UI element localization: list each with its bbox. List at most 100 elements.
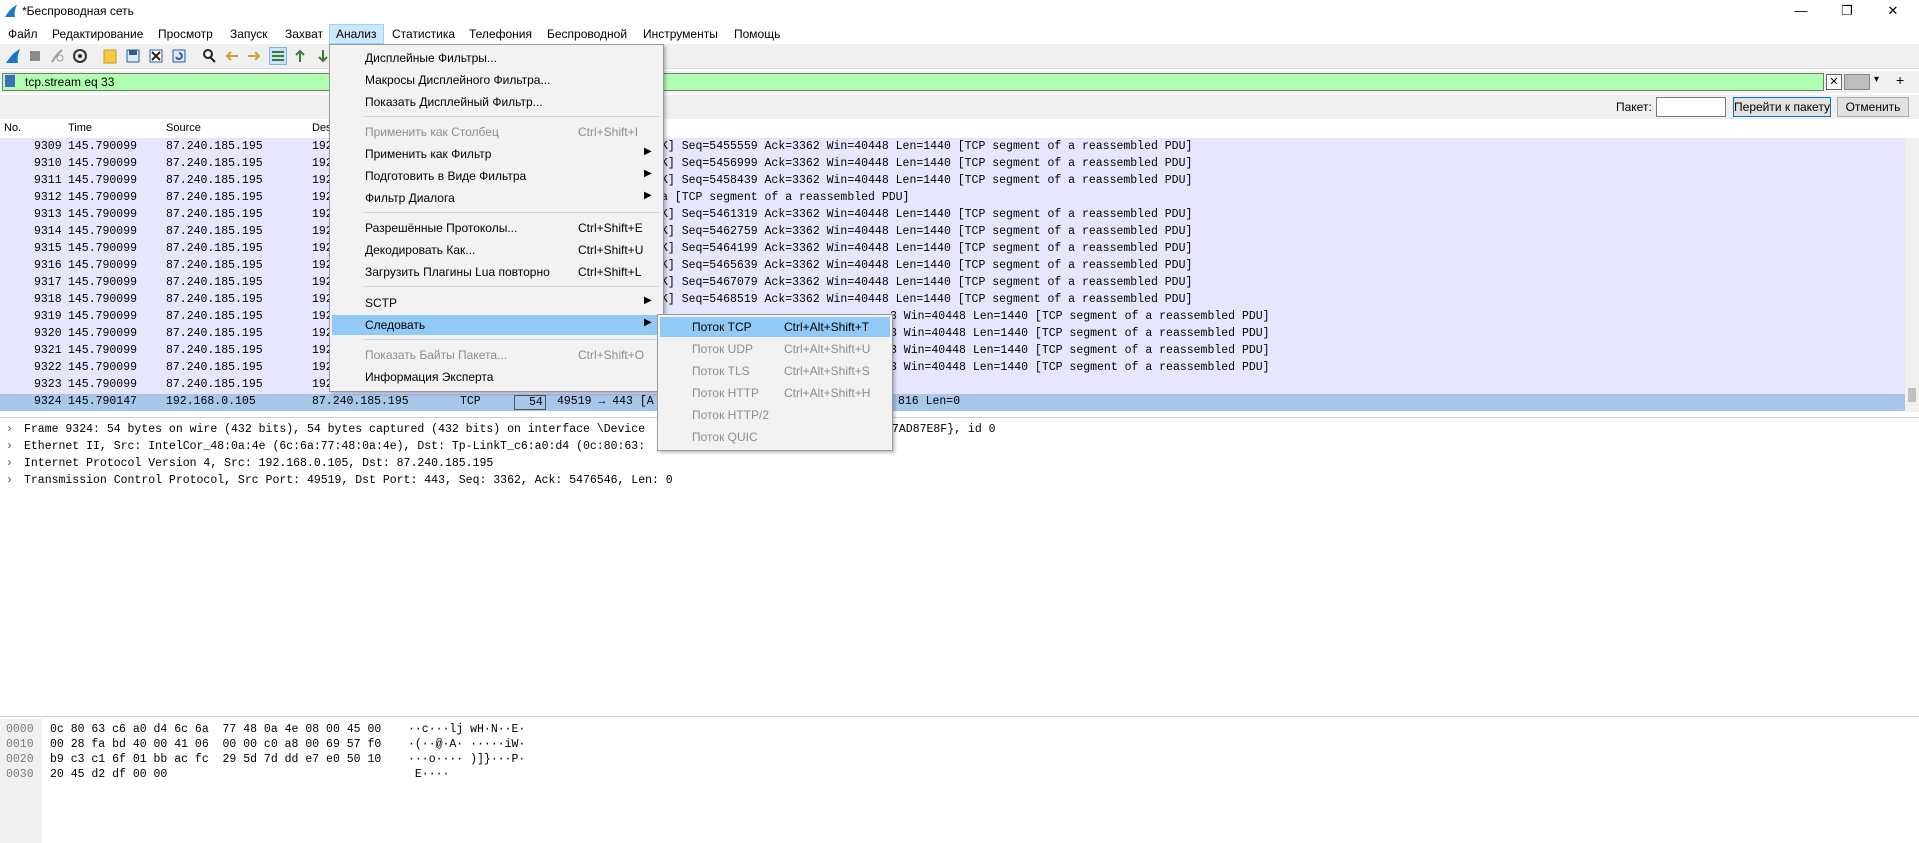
menu-telephony[interactable]: Телефония (463, 25, 538, 43)
add-filter-plus-icon[interactable]: + (1896, 72, 1904, 88)
details-row-ethernet[interactable]: › Ethernet II, Src: IntelCor_48:0a:4e (6c… (0, 439, 1919, 456)
close-button[interactable]: ✕ (1870, 0, 1916, 22)
table-row[interactable]: 9323 145.790099 87.240.185.195 192 (0, 377, 1905, 394)
menu-item-follow-tcp[interactable]: Поток TCP Ctrl+Alt+Shift+T (660, 317, 890, 337)
menu-item-apply-as-filter[interactable]: Применить как Фильтр ▶ (332, 144, 661, 164)
chevron-right-icon: ▶ (644, 317, 652, 328)
table-row[interactable]: 9322 145.790099 87.240.185.195 192 3 Win=404… (0, 360, 1905, 377)
open-file-icon[interactable] (102, 48, 118, 64)
menu-item-follow-udp[interactable]: Поток UDP Ctrl+Alt+Shift+U (660, 339, 890, 359)
scrollbar-thumb[interactable] (1908, 388, 1916, 402)
chevron-right-icon[interactable]: › (6, 423, 13, 436)
menu-item-follow-http2[interactable]: Поток HTTP/2 (660, 405, 890, 425)
menu-item-follow-tls[interactable]: Поток TLS Ctrl+Alt+Shift+S (660, 361, 890, 381)
menu-item-follow[interactable]: Следовать ▶ (332, 315, 661, 335)
bookmark-icon[interactable] (5, 75, 15, 87)
table-row[interactable]: 9313 145.790099 87.240.185.195 192 K] Seq=54… (0, 207, 1905, 224)
table-row[interactable]: 9320 145.790099 87.240.185.195 192 3 Win=404… (0, 326, 1905, 343)
packet-details-pane: › Frame 9324: 54 bytes on wire (432 bits)… (0, 417, 1919, 717)
menu-separator (363, 286, 659, 287)
table-row[interactable]: 9317 145.790099 87.240.185.195 192 K] Seq=54… (0, 275, 1905, 292)
apply-filter-arrow-icon[interactable] (1844, 74, 1870, 90)
menu-item-show-packet-bytes[interactable]: Показать Байты Пакета... Ctrl+Shift+O (332, 345, 661, 365)
close-file-icon[interactable] (148, 48, 164, 64)
restart-icon[interactable] (49, 48, 65, 64)
menu-item-conversation-filter[interactable]: Фильтр Диалога ▶ (332, 188, 661, 208)
menu-view[interactable]: Просмотр (152, 25, 219, 43)
menu-file[interactable]: Файл (2, 25, 44, 43)
menu-item-follow-quic[interactable]: Поток QUIC (660, 427, 890, 447)
chevron-right-icon[interactable]: › (6, 474, 13, 487)
chevron-right-icon[interactable]: › (6, 457, 13, 470)
stop-icon[interactable] (27, 48, 43, 64)
menu-go[interactable]: Запуск (224, 25, 274, 43)
details-row-ipv4[interactable]: › Internet Protocol Version 4, Src: 192.1… (0, 456, 1919, 473)
display-filter-input[interactable]: tcp.stream eq 33 (2, 73, 1824, 91)
back-arrow-icon[interactable] (224, 48, 240, 64)
packet-bytes-pane: 0000 0c 80 63 c6 a0 d4 6c 6a 77 48 0a 4e … (0, 719, 1919, 843)
table-row[interactable]: 9319 145.790099 87.240.185.195 192 3 Win=404… (0, 309, 1905, 326)
column-source[interactable]: Source (166, 122, 201, 134)
forward-arrow-icon[interactable] (246, 48, 262, 64)
menu-item-decode-as[interactable]: Декодировать Как... Ctrl+Shift+U (332, 240, 661, 260)
details-row-frame[interactable]: › Frame 9324: 54 bytes on wire (432 bits)… (0, 422, 1919, 439)
menu-separator (363, 339, 659, 340)
table-row[interactable]: 9309 145.790099 87.240.185.195 192 K] Seq=54… (0, 139, 1905, 156)
maximize-button[interactable]: ❐ (1824, 0, 1870, 22)
menu-separator (363, 212, 659, 213)
menu-item-filter-macros[interactable]: Макросы Дисплейного Фильтра... (332, 70, 661, 90)
follow-submenu: Поток TCP Ctrl+Alt+Shift+T Поток UDP Ctrl+… (657, 314, 893, 451)
options-gear-icon[interactable] (72, 48, 88, 64)
cancel-button[interactable]: Отменить (1837, 97, 1909, 117)
details-row-tcp[interactable]: › Transmission Control Protocol, Src Port… (0, 473, 1919, 490)
menu-edit[interactable]: Редактирование (46, 25, 149, 43)
menu-item-display-filters[interactable]: Дисплейные Фильтры... (332, 48, 661, 68)
menu-wireless[interactable]: Беспроводной (541, 25, 633, 43)
main-toolbar (0, 44, 1919, 69)
column-no[interactable]: No. (4, 122, 21, 134)
find-icon[interactable] (201, 48, 217, 64)
reload-icon[interactable] (171, 48, 187, 64)
table-row[interactable]: 9315 145.790099 87.240.185.195 192 K] Seq=54… (0, 241, 1905, 258)
table-row[interactable]: 9314 145.790099 87.240.185.195 192 K] Seq=54… (0, 224, 1905, 241)
chevron-right-icon[interactable]: › (6, 440, 13, 453)
analyze-menu-dropdown: Дисплейные Фильтры... Макросы Дисплейног… (329, 44, 664, 392)
packet-list-scrollbar[interactable] (1905, 138, 1919, 412)
clear-filter-icon[interactable]: ✕ (1826, 74, 1842, 90)
column-time[interactable]: Time (68, 122, 92, 134)
table-row[interactable]: 9311 145.790099 87.240.185.195 192 K] Seq=54… (0, 173, 1905, 190)
menu-tools[interactable]: Инструменты (637, 25, 724, 43)
goto-packet-button[interactable]: Перейти к пакету (1733, 97, 1831, 117)
table-row[interactable]: 9312 145.790099 87.240.185.195 192 a [TCP se… (0, 190, 1905, 207)
table-row[interactable]: 9321 145.790099 87.240.185.195 192 3 Win=404… (0, 343, 1905, 360)
go-to-packet-icon[interactable] (269, 47, 287, 65)
minimize-button[interactable]: — (1778, 0, 1824, 22)
menu-item-expert-info[interactable]: Информация Эксперта (332, 367, 661, 387)
menu-help[interactable]: Помощь (728, 25, 786, 43)
menu-item-apply-as-column[interactable]: Применить как Столбец Ctrl+Shift+I (332, 122, 661, 142)
menu-item-enabled-protocols[interactable]: Разрешённые Протоколы... Ctrl+Shift+E (332, 218, 661, 238)
chevron-right-icon: ▶ (644, 146, 652, 157)
save-icon[interactable] (125, 48, 141, 64)
filter-history-dropdown-icon[interactable]: ▾ (1874, 74, 1879, 85)
goto-packet-input[interactable] (1656, 97, 1726, 117)
table-row[interactable]: 9318 145.790099 87.240.185.195 192 K] Seq=54… (0, 292, 1905, 309)
table-row[interactable]: 9316 145.790099 87.240.185.195 192 K] Seq=54… (0, 258, 1905, 275)
menu-item-show-filter[interactable]: Показать Дисплейный Фильтр... (332, 92, 661, 112)
menu-analyze[interactable]: Анализ (329, 24, 384, 44)
menu-item-sctp[interactable]: SCTP ▶ (332, 293, 661, 313)
first-packet-icon[interactable] (292, 48, 308, 64)
display-filter-bar: tcp.stream eq 33 ✕ ▾ + (0, 71, 1919, 93)
menu-item-reload-lua-plugins[interactable]: Загрузить Плагины Lua повторно Ctrl+Shift… (332, 262, 661, 282)
packet-list-header: No. Time Source Des (0, 120, 1919, 139)
menu-statistics[interactable]: Статистика (386, 25, 461, 43)
table-row[interactable]: 9310 145.790099 87.240.185.195 192 K] Seq=54… (0, 156, 1905, 173)
table-row-selected[interactable]: 9324 145.790147 192.168.0.105 87.240.185… (0, 394, 1905, 411)
shark-fin-icon[interactable] (5, 48, 21, 64)
chevron-right-icon: ▶ (644, 190, 652, 201)
goto-packet-label: Пакет: (1616, 100, 1652, 114)
display-filter-text: tcp.stream eq 33 (25, 75, 115, 89)
menu-item-follow-http[interactable]: Поток HTTP Ctrl+Alt+Shift+H (660, 383, 890, 403)
menu-capture[interactable]: Захват (279, 25, 329, 43)
menu-item-prepare-filter[interactable]: Подготовить в Виде Фильтра ▶ (332, 166, 661, 186)
